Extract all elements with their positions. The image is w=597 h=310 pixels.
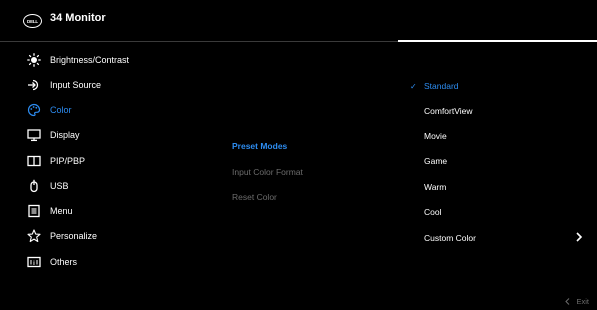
monitor-title: 34 Monitor xyxy=(50,12,106,24)
chevron-left-icon xyxy=(565,298,570,305)
option-label: ComfortView xyxy=(424,106,473,116)
option-label: Cool xyxy=(424,207,442,217)
preset-option-standard[interactable]: ✓ Standard xyxy=(398,77,597,95)
pip-icon xyxy=(27,155,41,167)
color-palette-icon xyxy=(27,103,41,117)
preset-option-game[interactable]: Game xyxy=(398,152,597,170)
preset-option-custom-color[interactable]: Custom Color xyxy=(398,229,597,247)
star-icon xyxy=(27,229,41,243)
menu-item-label: Display xyxy=(50,130,80,140)
others-icon: i xyxy=(27,256,41,268)
menu-item-input-source[interactable]: Input Source xyxy=(0,75,200,95)
menu-item-label: Menu xyxy=(50,206,73,216)
menu-item-label: Brightness/Contrast xyxy=(50,55,130,65)
preset-option-comfortview[interactable]: ComfortView xyxy=(398,102,597,120)
menu-item-pip-pbp[interactable]: PIP/PBP xyxy=(0,151,200,171)
brightness-icon xyxy=(27,53,41,67)
menu-item-label: USB xyxy=(50,181,69,191)
checkmark-icon: ✓ xyxy=(410,81,417,91)
chevron-right-icon xyxy=(576,232,583,242)
submenu-item-input-color-format[interactable]: Input Color Format xyxy=(232,167,303,177)
preset-option-warm[interactable]: Warm xyxy=(398,178,597,196)
dell-logo: DELL xyxy=(23,14,42,28)
exit-label: Exit xyxy=(576,297,589,306)
preset-option-cool[interactable]: Cool xyxy=(398,203,597,221)
option-label: Warm xyxy=(424,182,447,192)
menu-item-color[interactable]: Color xyxy=(0,100,200,120)
usb-icon xyxy=(30,179,38,193)
preset-option-movie[interactable]: Movie xyxy=(398,127,597,145)
input-source-icon xyxy=(28,79,39,91)
option-label: Game xyxy=(424,156,448,166)
menu-item-menu[interactable]: Menu xyxy=(0,201,200,221)
option-label: Movie xyxy=(424,131,447,141)
menu-item-label: Input Source xyxy=(50,80,102,90)
display-icon xyxy=(27,129,41,142)
option-label: Custom Color xyxy=(424,233,476,243)
submenu-item-reset-color[interactable]: Reset Color xyxy=(232,192,277,202)
menu-item-brightness-contrast[interactable]: Brightness/Contrast xyxy=(0,50,200,70)
exit-button[interactable]: Exit xyxy=(565,297,589,306)
option-label: Standard xyxy=(424,81,459,91)
logo-text: DELL xyxy=(27,18,38,24)
menu-icon xyxy=(28,204,40,218)
menu-item-display[interactable]: Display xyxy=(0,125,200,145)
menu-item-usb[interactable]: USB xyxy=(0,176,200,196)
menu-item-label: PIP/PBP xyxy=(50,156,86,166)
submenu-item-preset-modes[interactable]: Preset Modes xyxy=(232,141,287,151)
options-column-highlight xyxy=(398,40,597,42)
menu-item-personalize[interactable]: Personalize xyxy=(0,226,200,246)
menu-item-label: Others xyxy=(50,257,78,267)
menu-item-others[interactable]: i Others xyxy=(0,252,200,272)
menu-item-label: Color xyxy=(50,105,72,115)
menu-item-label: Personalize xyxy=(50,231,98,241)
